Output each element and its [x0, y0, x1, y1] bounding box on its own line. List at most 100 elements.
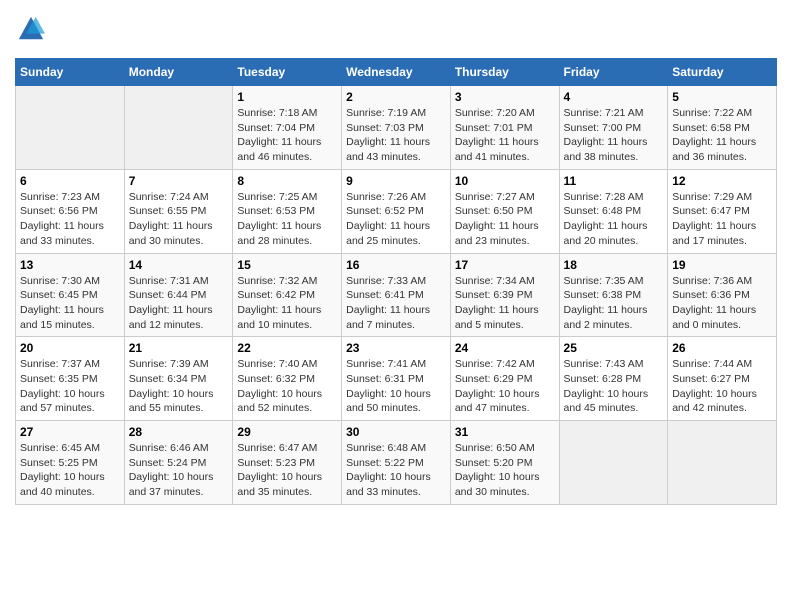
calendar-cell: 16 Sunrise: 7:33 AM Sunset: 6:41 PM Dayli… [342, 253, 451, 337]
day-number: 18 [564, 258, 664, 272]
calendar-cell: 13Sunrise: 7:30 AM Sunset: 6:45 PM Dayli… [16, 253, 125, 337]
day-info: Sunrise: 7:29 AM Sunset: 6:47 PM Dayligh… [672, 190, 772, 249]
logo [15, 15, 45, 48]
day-number: 15 [237, 258, 337, 272]
page-header [15, 15, 777, 48]
calendar-cell: 14 Sunrise: 7:31 AM Sunset: 6:44 PM Dayli… [124, 253, 233, 337]
calendar-cell: 31 Sunrise: 6:50 AM Sunset: 5:20 PM Dayli… [450, 421, 559, 505]
day-info: Sunrise: 7:37 AM Sunset: 6:35 PM Dayligh… [20, 357, 120, 416]
day-number: 3 [455, 90, 555, 104]
day-info: Sunrise: 7:35 AM Sunset: 6:38 PM Dayligh… [564, 274, 664, 333]
calendar-cell: 7 Sunrise: 7:24 AM Sunset: 6:55 PM Daylig… [124, 169, 233, 253]
calendar-cell: 26 Sunrise: 7:44 AM Sunset: 6:27 PM Dayli… [668, 337, 777, 421]
day-number: 25 [564, 341, 664, 355]
day-info: Sunrise: 7:32 AM Sunset: 6:42 PM Dayligh… [237, 274, 337, 333]
day-info: Sunrise: 7:18 AM Sunset: 7:04 PM Dayligh… [237, 106, 337, 165]
day-number: 14 [129, 258, 229, 272]
calendar-cell: 2 Sunrise: 7:19 AM Sunset: 7:03 PM Daylig… [342, 86, 451, 170]
weekday-header: Saturday [668, 59, 777, 86]
weekday-header-row: SundayMondayTuesdayWednesdayThursdayFrid… [16, 59, 777, 86]
day-info: Sunrise: 7:33 AM Sunset: 6:41 PM Dayligh… [346, 274, 446, 333]
calendar-cell: 6 Sunrise: 7:23 AM Sunset: 6:56 PM Daylig… [16, 169, 125, 253]
day-number: 6 [20, 174, 120, 188]
calendar-week-row: 20 Sunrise: 7:37 AM Sunset: 6:35 PM Dayli… [16, 337, 777, 421]
calendar-cell: 5 Sunrise: 7:22 AM Sunset: 6:58 PM Daylig… [668, 86, 777, 170]
day-number: 4 [564, 90, 664, 104]
day-info: Sunrise: 7:21 AM Sunset: 7:00 PM Dayligh… [564, 106, 664, 165]
calendar-cell: 30 Sunrise: 6:48 AM Sunset: 5:22 PM Dayli… [342, 421, 451, 505]
day-number: 7 [129, 174, 229, 188]
calendar-cell [124, 86, 233, 170]
calendar-cell: 3 Sunrise: 7:20 AM Sunset: 7:01 PM Daylig… [450, 86, 559, 170]
day-info: Sunrise: 7:25 AM Sunset: 6:53 PM Dayligh… [237, 190, 337, 249]
calendar-cell: 4 Sunrise: 7:21 AM Sunset: 7:00 PM Daylig… [559, 86, 668, 170]
day-info: Sunrise: 6:47 AM Sunset: 5:23 PM Dayligh… [237, 441, 337, 500]
calendar-cell: 15 Sunrise: 7:32 AM Sunset: 6:42 PM Dayli… [233, 253, 342, 337]
day-number: 16 [346, 258, 446, 272]
day-number: 30 [346, 425, 446, 439]
day-info: Sunrise: 6:48 AM Sunset: 5:22 PM Dayligh… [346, 441, 446, 500]
day-number: 28 [129, 425, 229, 439]
calendar-cell: 23Sunrise: 7:41 AM Sunset: 6:31 PM Dayli… [342, 337, 451, 421]
day-number: 20 [20, 341, 120, 355]
day-number: 19 [672, 258, 772, 272]
calendar-cell [668, 421, 777, 505]
calendar-cell: 22Sunrise: 7:40 AM Sunset: 6:32 PM Dayli… [233, 337, 342, 421]
day-info: Sunrise: 6:46 AM Sunset: 5:24 PM Dayligh… [129, 441, 229, 500]
calendar-week-row: 6 Sunrise: 7:23 AM Sunset: 6:56 PM Daylig… [16, 169, 777, 253]
day-number: 23 [346, 341, 446, 355]
calendar-body: 1 Sunrise: 7:18 AM Sunset: 7:04 PM Daylig… [16, 86, 777, 505]
day-info: Sunrise: 7:23 AM Sunset: 6:56 PM Dayligh… [20, 190, 120, 249]
day-info: Sunrise: 7:22 AM Sunset: 6:58 PM Dayligh… [672, 106, 772, 165]
calendar-cell: 25 Sunrise: 7:43 AM Sunset: 6:28 PM Dayli… [559, 337, 668, 421]
day-info: Sunrise: 7:44 AM Sunset: 6:27 PM Dayligh… [672, 357, 772, 416]
calendar-cell: 17Sunrise: 7:34 AM Sunset: 6:39 PM Dayli… [450, 253, 559, 337]
day-info: Sunrise: 7:40 AM Sunset: 6:32 PM Dayligh… [237, 357, 337, 416]
calendar-cell: 24Sunrise: 7:42 AM Sunset: 6:29 PM Dayli… [450, 337, 559, 421]
day-number: 31 [455, 425, 555, 439]
calendar-cell [559, 421, 668, 505]
calendar-week-row: 1 Sunrise: 7:18 AM Sunset: 7:04 PM Daylig… [16, 86, 777, 170]
day-number: 29 [237, 425, 337, 439]
calendar-cell: 1 Sunrise: 7:18 AM Sunset: 7:04 PM Daylig… [233, 86, 342, 170]
calendar-cell: 12Sunrise: 7:29 AM Sunset: 6:47 PM Dayli… [668, 169, 777, 253]
day-number: 26 [672, 341, 772, 355]
day-number: 17 [455, 258, 555, 272]
calendar-cell: 27Sunrise: 6:45 AM Sunset: 5:25 PM Dayli… [16, 421, 125, 505]
day-number: 24 [455, 341, 555, 355]
day-number: 2 [346, 90, 446, 104]
calendar-cell: 29 Sunrise: 6:47 AM Sunset: 5:23 PM Dayli… [233, 421, 342, 505]
day-info: Sunrise: 7:19 AM Sunset: 7:03 PM Dayligh… [346, 106, 446, 165]
calendar-week-row: 13Sunrise: 7:30 AM Sunset: 6:45 PM Dayli… [16, 253, 777, 337]
weekday-header: Wednesday [342, 59, 451, 86]
calendar-cell: 9Sunrise: 7:26 AM Sunset: 6:52 PM Daylig… [342, 169, 451, 253]
calendar-table: SundayMondayTuesdayWednesdayThursdayFrid… [15, 58, 777, 505]
weekday-header: Sunday [16, 59, 125, 86]
day-info: Sunrise: 7:20 AM Sunset: 7:01 PM Dayligh… [455, 106, 555, 165]
day-info: Sunrise: 6:50 AM Sunset: 5:20 PM Dayligh… [455, 441, 555, 500]
day-number: 5 [672, 90, 772, 104]
day-info: Sunrise: 7:27 AM Sunset: 6:50 PM Dayligh… [455, 190, 555, 249]
day-number: 8 [237, 174, 337, 188]
day-number: 11 [564, 174, 664, 188]
weekday-header: Tuesday [233, 59, 342, 86]
day-info: Sunrise: 7:28 AM Sunset: 6:48 PM Dayligh… [564, 190, 664, 249]
day-number: 9 [346, 174, 446, 188]
calendar-cell: 10Sunrise: 7:27 AM Sunset: 6:50 PM Dayli… [450, 169, 559, 253]
day-info: Sunrise: 6:45 AM Sunset: 5:25 PM Dayligh… [20, 441, 120, 500]
day-info: Sunrise: 7:24 AM Sunset: 6:55 PM Dayligh… [129, 190, 229, 249]
calendar-cell: 11 Sunrise: 7:28 AM Sunset: 6:48 PM Dayli… [559, 169, 668, 253]
calendar-cell: 18 Sunrise: 7:35 AM Sunset: 6:38 PM Dayli… [559, 253, 668, 337]
calendar-cell: 28 Sunrise: 6:46 AM Sunset: 5:24 PM Dayli… [124, 421, 233, 505]
day-number: 1 [237, 90, 337, 104]
weekday-header: Monday [124, 59, 233, 86]
calendar-cell: 20 Sunrise: 7:37 AM Sunset: 6:35 PM Dayli… [16, 337, 125, 421]
calendar-cell: 21Sunrise: 7:39 AM Sunset: 6:34 PM Dayli… [124, 337, 233, 421]
calendar-cell: 19Sunrise: 7:36 AM Sunset: 6:36 PM Dayli… [668, 253, 777, 337]
day-info: Sunrise: 7:31 AM Sunset: 6:44 PM Dayligh… [129, 274, 229, 333]
day-info: Sunrise: 7:43 AM Sunset: 6:28 PM Dayligh… [564, 357, 664, 416]
weekday-header: Thursday [450, 59, 559, 86]
day-info: Sunrise: 7:39 AM Sunset: 6:34 PM Dayligh… [129, 357, 229, 416]
day-info: Sunrise: 7:30 AM Sunset: 6:45 PM Dayligh… [20, 274, 120, 333]
logo-icon [17, 15, 45, 43]
